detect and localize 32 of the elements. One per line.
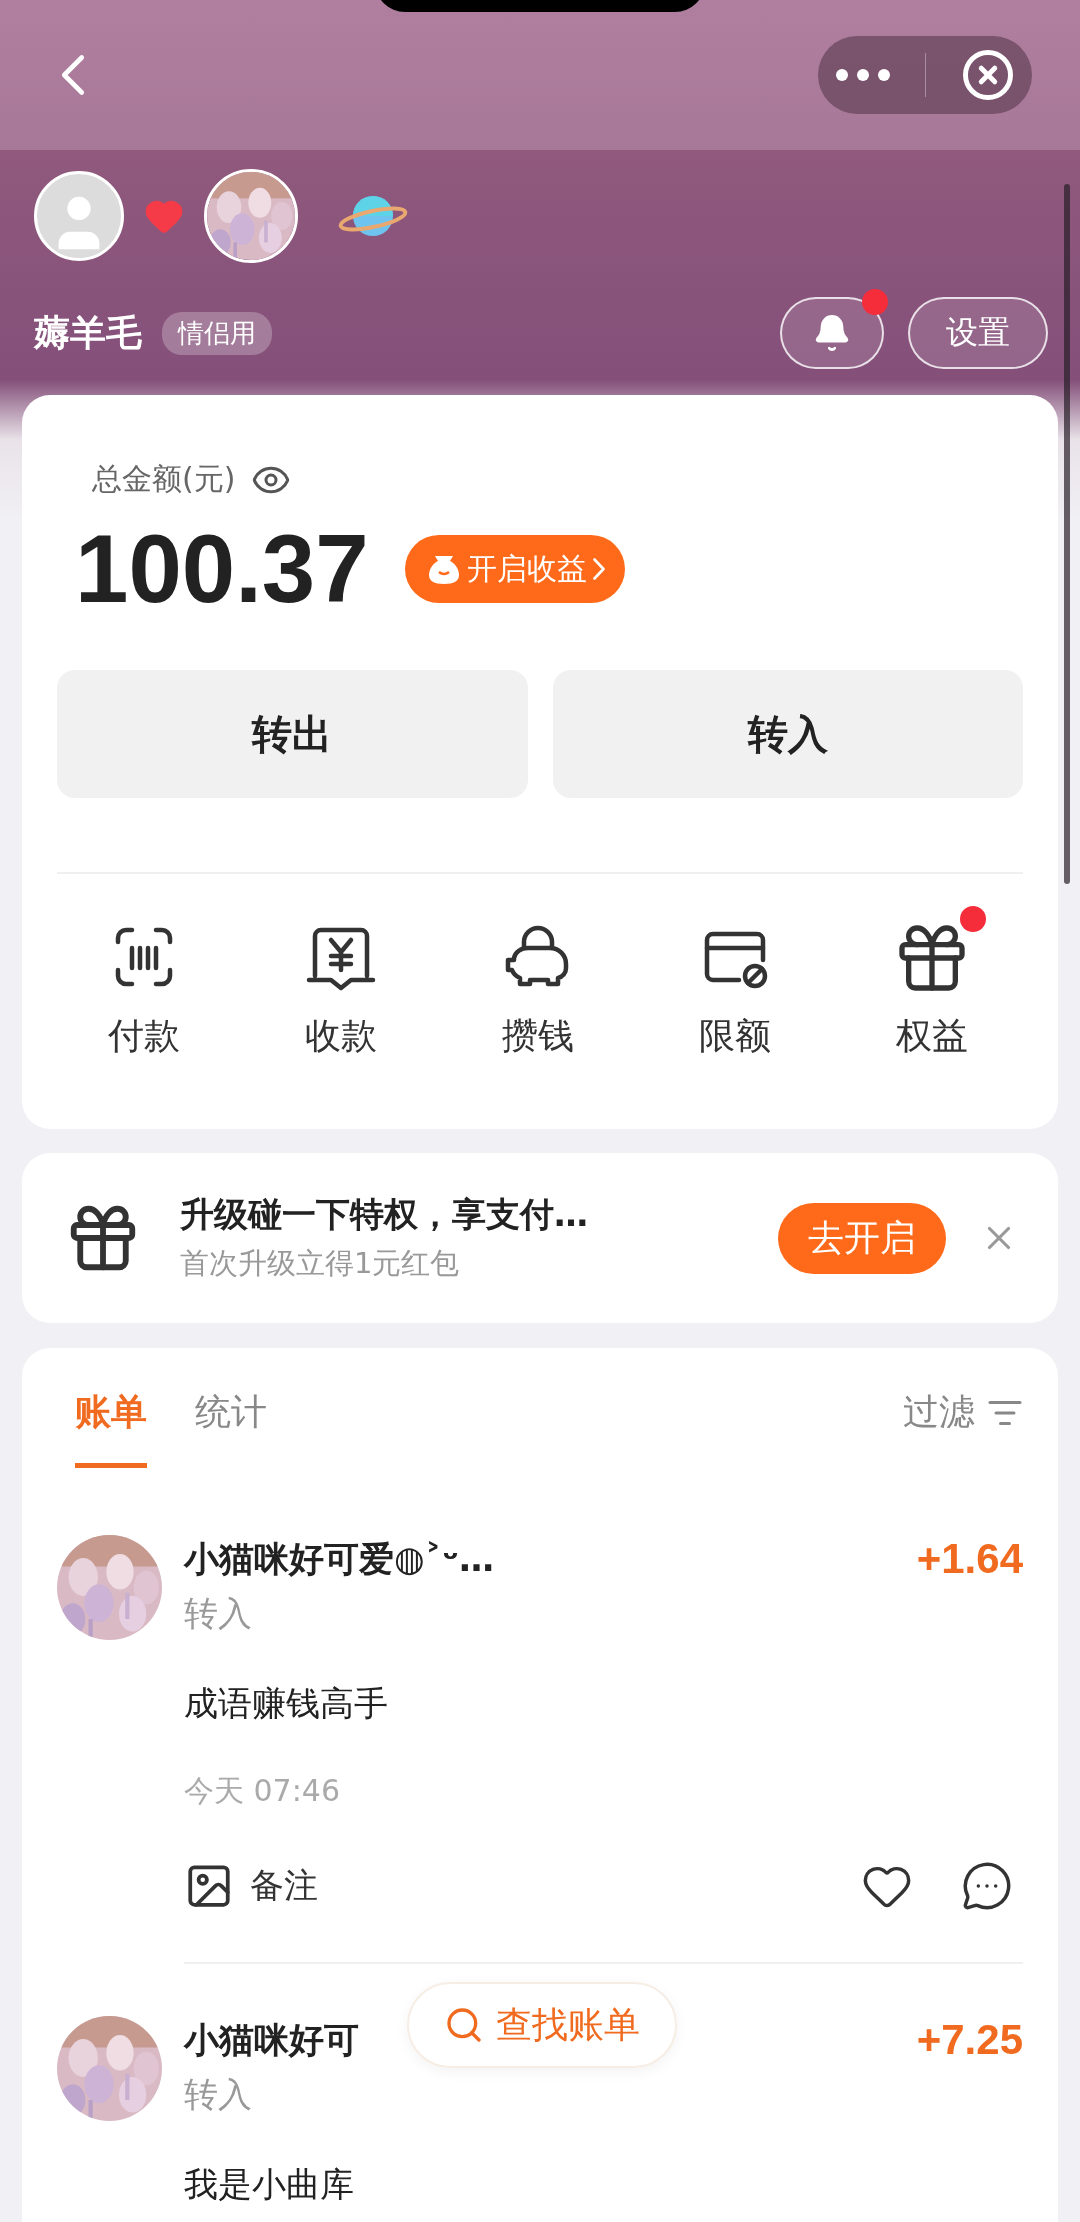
chevron-right-icon <box>592 558 605 580</box>
balance-label: 总金额(元) <box>92 460 236 498</box>
settings-button[interactable]: 设置 <box>908 297 1048 369</box>
search-icon <box>444 2005 484 2045</box>
promo-title: 升级碰一下特权，享支付… <box>180 1193 589 1236</box>
close-button[interactable] <box>960 48 1015 102</box>
payer-name: 小猫咪好可爱◍˃ᵕ… <box>184 1537 495 1581</box>
user-name: 薅羊毛 <box>34 310 142 355</box>
quick-action[interactable]: 攒钱 <box>497 918 578 1061</box>
remark-button[interactable]: 备注 <box>184 1861 318 1911</box>
tab[interactable]: 统计 <box>195 1388 267 1468</box>
filter-button[interactable]: 过滤 <box>903 1388 1023 1437</box>
quick-action[interactable]: 收款 <box>300 918 381 1061</box>
payer-name: 小猫咪好可 <box>184 2018 359 2062</box>
relationship-tag: 情侣用 <box>162 311 272 355</box>
balance-amount: 100.37 <box>75 514 369 624</box>
bill-note: 我是小曲库 <box>184 2163 354 2206</box>
comment-icon[interactable] <box>961 1860 1013 1912</box>
transfer-button[interactable]: 转出 <box>57 670 528 798</box>
bill-type: 转入 <box>184 2073 252 2116</box>
quick-action[interactable]: 付款 <box>103 918 184 1061</box>
more-button[interactable] <box>835 68 892 82</box>
notification-button[interactable] <box>780 297 884 369</box>
bill-amount: +1.64 <box>916 1535 1023 1583</box>
quick-action[interactable]: 权益 <box>891 918 972 1061</box>
transfer-button[interactable]: 转入 <box>552 670 1023 798</box>
bill-type: 转入 <box>184 1592 252 1635</box>
bill-note: 成语赚钱高手 <box>184 1682 388 1725</box>
quick-action[interactable]: 限额 <box>694 918 775 1061</box>
bill-time: 今天 07:46 <box>184 1772 340 1810</box>
bill-amount: +7.25 <box>916 2016 1023 2064</box>
promo-subtitle: 首次升级立得1元红包 <box>180 1245 461 1282</box>
